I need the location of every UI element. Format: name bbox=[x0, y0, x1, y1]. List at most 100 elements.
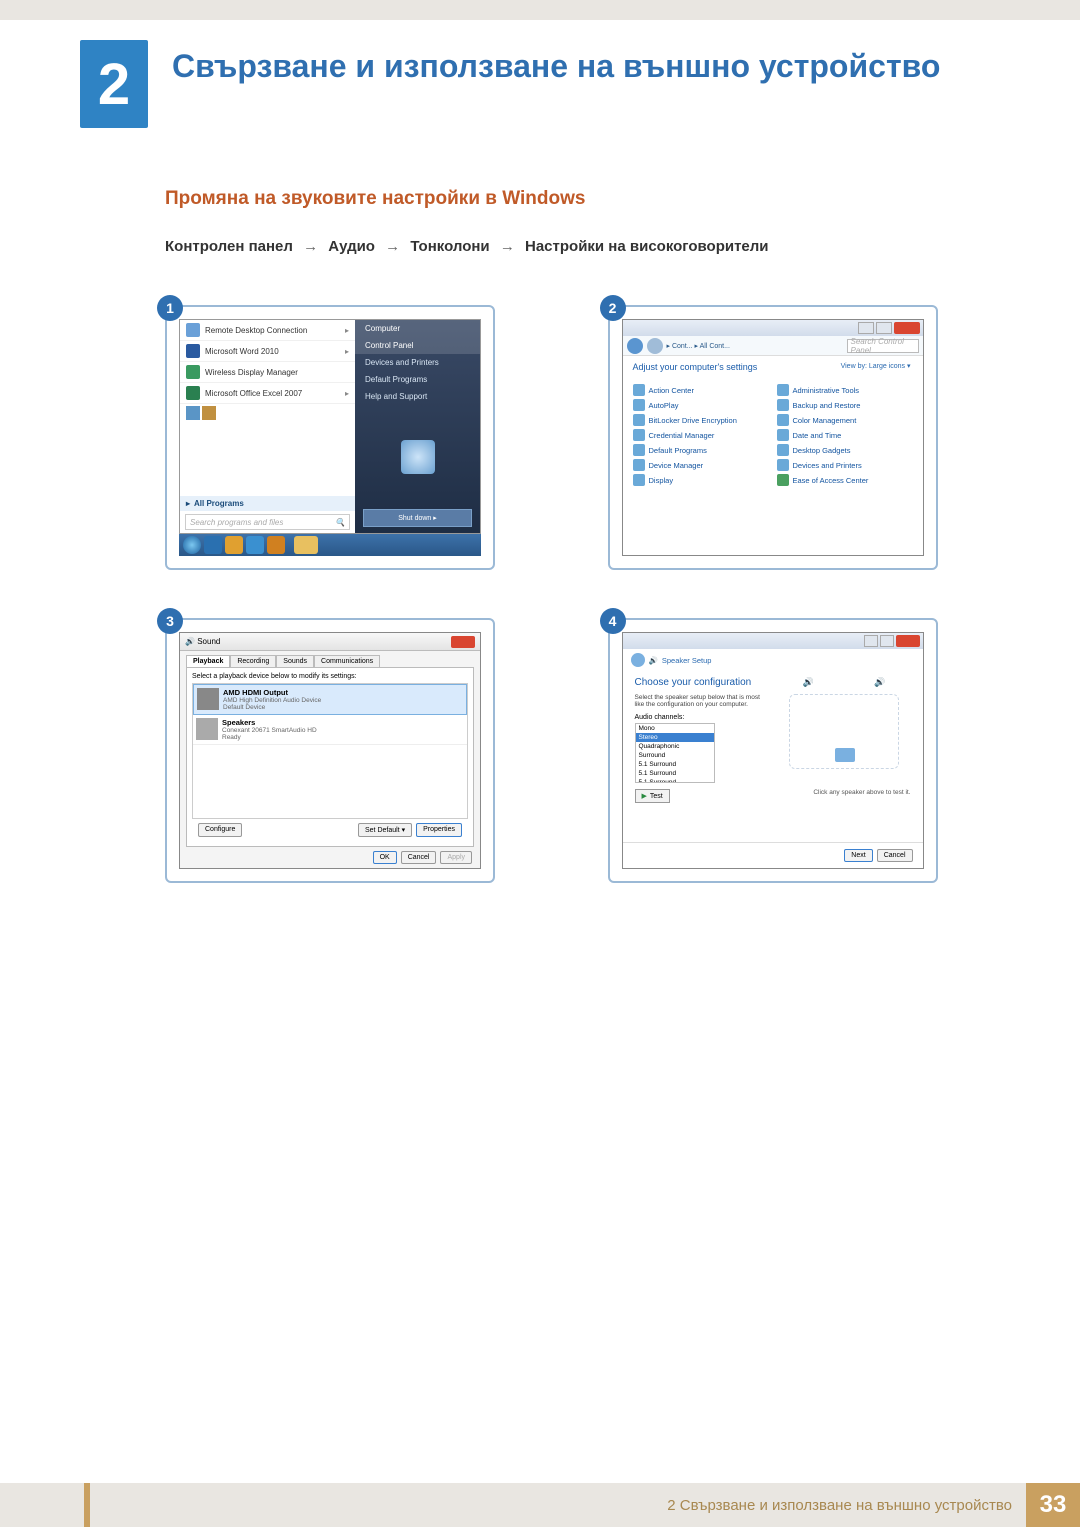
start-orb-icon[interactable] bbox=[183, 536, 201, 554]
credential-icon bbox=[633, 429, 645, 441]
menu-label: Remote Desktop Connection bbox=[205, 326, 307, 335]
set-default-button[interactable]: Set Default ▾ bbox=[358, 823, 412, 837]
start-right-control-panel[interactable]: Control Panel bbox=[355, 337, 480, 354]
taskbar-ie-icon[interactable] bbox=[246, 536, 264, 554]
start-menu-item[interactable]: Wireless Display Manager bbox=[180, 362, 355, 383]
step-badge-4: 4 bbox=[600, 608, 626, 634]
arrow-icon: → bbox=[303, 238, 318, 255]
cancel-button[interactable]: Cancel bbox=[401, 851, 437, 864]
taskbar bbox=[179, 534, 481, 556]
channel-option[interactable]: Quadraphonic bbox=[636, 742, 714, 751]
configure-button[interactable]: Configure bbox=[198, 823, 242, 837]
cp-label: AutoPlay bbox=[649, 401, 679, 410]
sound-titlebar: 🔊 Sound bbox=[180, 633, 480, 651]
autoplay-icon bbox=[633, 399, 645, 411]
tools-icon bbox=[777, 384, 789, 396]
cp-label: Device Manager bbox=[649, 461, 704, 470]
chevron-right-icon: ▸ bbox=[345, 347, 349, 356]
color-icon bbox=[777, 414, 789, 426]
all-programs-label: All Programs bbox=[194, 499, 244, 508]
tab-playback[interactable]: Playback bbox=[186, 655, 230, 667]
chapter-header: 2 Свързване и използване на външно устро… bbox=[0, 20, 1080, 128]
minimize-button[interactable] bbox=[864, 635, 878, 647]
speaker-right-icon: 🔊 bbox=[874, 677, 885, 688]
speaker-subtext: Select the speaker setup below that is m… bbox=[635, 694, 768, 708]
start-menu-item[interactable]: Microsoft Office Excel 2007 ▸ bbox=[180, 383, 355, 404]
channel-option[interactable]: 5.1 Surround bbox=[636, 778, 714, 783]
minimize-button[interactable] bbox=[858, 322, 874, 334]
taskbar-icon[interactable] bbox=[294, 536, 318, 554]
cp-item-admin-tools[interactable]: Administrative Tools bbox=[777, 384, 913, 396]
cp-item-bitlocker[interactable]: BitLocker Drive Encryption bbox=[633, 414, 769, 426]
cp-item-ease-of-access[interactable]: Ease of Access Center bbox=[777, 474, 913, 486]
device-row[interactable]: Speakers Conexant 20671 SmartAudio HD Re… bbox=[193, 715, 467, 745]
start-right-devices[interactable]: Devices and Printers bbox=[355, 354, 480, 371]
back-button[interactable] bbox=[631, 653, 645, 667]
search-input[interactable]: Search programs and files 🔍 bbox=[185, 514, 350, 530]
tabs-row: Playback Recording Sounds Communications bbox=[180, 651, 480, 667]
breadcrumb[interactable]: ▸ Cont... ▸ All Cont... bbox=[667, 342, 730, 350]
cp-item-device-manager[interactable]: Device Manager bbox=[633, 459, 769, 471]
cp-item-devices-printers[interactable]: Devices and Printers bbox=[777, 459, 913, 471]
taskbar-icon[interactable] bbox=[204, 536, 222, 554]
channel-option[interactable]: Surround bbox=[636, 751, 714, 760]
cp-item-default-programs[interactable]: Default Programs bbox=[633, 444, 769, 456]
cp-item-autoplay[interactable]: AutoPlay bbox=[633, 399, 769, 411]
taskbar-icon[interactable] bbox=[225, 536, 243, 554]
tab-sounds[interactable]: Sounds bbox=[276, 655, 314, 667]
maximize-button[interactable] bbox=[880, 635, 894, 647]
start-right-computer[interactable]: Computer bbox=[355, 320, 480, 337]
screenshot-3-wrap: 3 🔊 Sound Playback Recording Sounds Comm… bbox=[165, 618, 548, 883]
test-button[interactable]: ▶ Test bbox=[635, 789, 670, 803]
start-right-help[interactable]: Help and Support bbox=[355, 388, 480, 405]
cp-item-backup[interactable]: Backup and Restore bbox=[777, 399, 913, 411]
maximize-button[interactable] bbox=[876, 322, 892, 334]
clock-icon bbox=[777, 429, 789, 441]
cp-item-display[interactable]: Display bbox=[633, 474, 769, 486]
start-right-default-programs[interactable]: Default Programs bbox=[355, 371, 480, 388]
all-programs[interactable]: ▸ All Programs bbox=[180, 496, 355, 511]
cp-label: Backup and Restore bbox=[793, 401, 861, 410]
step-badge-3: 3 bbox=[157, 608, 183, 634]
start-menu-item[interactable]: Microsoft Word 2010 ▸ bbox=[180, 341, 355, 362]
tab-recording[interactable]: Recording bbox=[230, 655, 276, 667]
cp-item-datetime[interactable]: Date and Time bbox=[777, 429, 913, 441]
cp-item-color[interactable]: Color Management bbox=[777, 414, 913, 426]
dialog-title: Sound bbox=[197, 637, 220, 646]
device-sub: AMD High Definition Audio Device bbox=[223, 697, 321, 704]
close-button[interactable] bbox=[451, 636, 475, 648]
start-menu-item[interactable]: Remote Desktop Connection ▸ bbox=[180, 320, 355, 341]
view-by-selector[interactable]: View by: Large icons ▾ bbox=[841, 362, 911, 370]
cp-item-gadgets[interactable]: Desktop Gadgets bbox=[777, 444, 913, 456]
display-icon bbox=[633, 474, 645, 486]
search-icon: 🔍 bbox=[335, 518, 345, 527]
speaker-device-icon bbox=[196, 718, 218, 740]
apply-button[interactable]: Apply bbox=[440, 851, 472, 864]
back-button[interactable] bbox=[627, 338, 643, 354]
channel-option[interactable]: 5.1 Surround bbox=[636, 760, 714, 769]
search-input[interactable]: Search Control Panel bbox=[847, 339, 919, 353]
device-list: AMD HDMI Output AMD High Definition Audi… bbox=[192, 683, 468, 819]
next-button[interactable]: Next bbox=[844, 849, 872, 862]
close-button[interactable] bbox=[894, 322, 920, 334]
path-step-2: Аудио bbox=[328, 238, 375, 255]
shutdown-button[interactable]: Shut down ▸ bbox=[363, 509, 472, 527]
control-panel-window: ▸ Cont... ▸ All Cont... Search Control P… bbox=[622, 319, 924, 556]
cancel-button[interactable]: Cancel bbox=[877, 849, 913, 862]
channels-list[interactable]: Mono Stereo Quadraphonic Surround 5.1 Su… bbox=[635, 723, 715, 783]
cp-item-credential[interactable]: Credential Manager bbox=[633, 429, 769, 441]
path-step-1: Контролен панел bbox=[165, 238, 293, 255]
ok-button[interactable]: OK bbox=[373, 851, 397, 864]
cp-item-action-center[interactable]: Action Center bbox=[633, 384, 769, 396]
close-button[interactable] bbox=[896, 635, 920, 647]
device-row[interactable]: AMD HDMI Output AMD High Definition Audi… bbox=[193, 684, 467, 715]
properties-button[interactable]: Properties bbox=[416, 823, 462, 837]
channel-option[interactable]: Mono bbox=[636, 724, 714, 733]
forward-button[interactable] bbox=[647, 338, 663, 354]
footer-caption: 2 Свързване и използване на външно устро… bbox=[667, 1497, 1012, 1514]
taskbar-icon[interactable] bbox=[267, 536, 285, 554]
breadcrumb: 🔊 Speaker Setup bbox=[623, 649, 923, 671]
channel-option-selected[interactable]: Stereo bbox=[636, 733, 714, 742]
channel-option[interactable]: 5.1 Surround bbox=[636, 769, 714, 778]
tab-communications[interactable]: Communications bbox=[314, 655, 380, 667]
